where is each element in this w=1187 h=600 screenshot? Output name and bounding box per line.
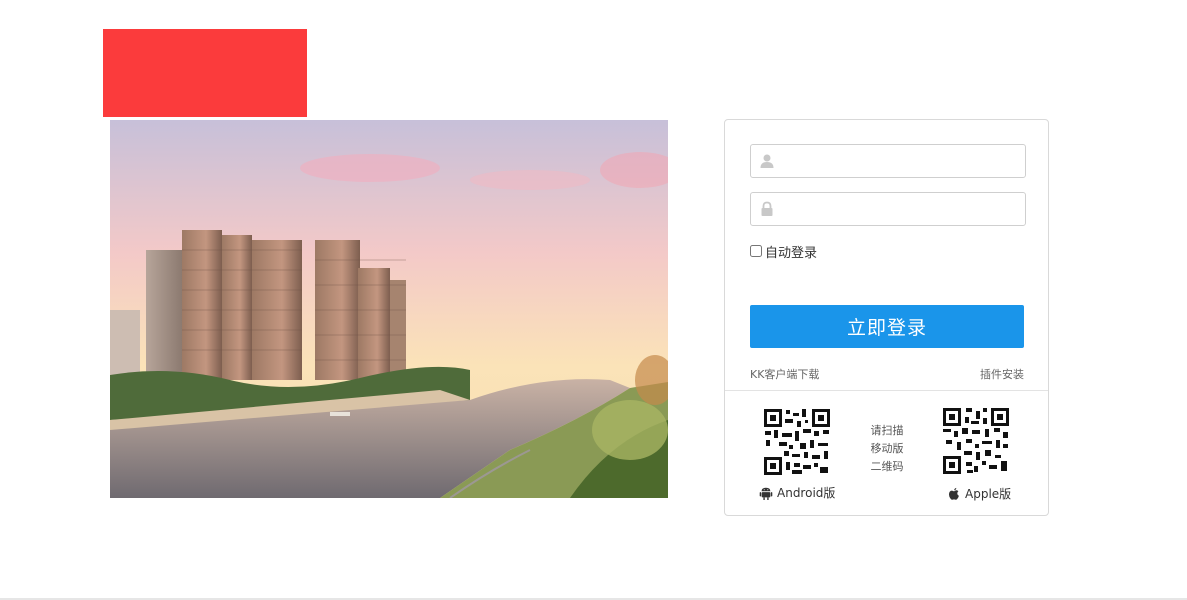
plugin-install-link[interactable]: 插件安装 [980,366,1024,382]
auto-login-checkbox[interactable] [750,245,762,257]
scan-line: 请扫描 [870,424,904,437]
android-label: Android版 [777,486,836,500]
scan-line: 移动版 [870,442,904,455]
apple-label: Apple版 [965,487,1012,501]
logo-block [103,29,307,117]
scan-instruction: 请扫描 移动版 二维码 [865,422,909,476]
hero-image [110,120,668,498]
login-panel: 自动登录 立即登录 KK客户端下载 插件安装 请扫描 移动版 二维码 Andro… [724,119,1049,516]
user-icon [760,154,774,168]
auto-login-option[interactable]: 自动登录 [750,242,818,261]
client-download-link[interactable]: KK客户端下载 [750,366,819,382]
login-button[interactable]: 立即登录 [750,305,1024,348]
password-field-wrapper [750,192,1026,227]
android-qr-code [762,407,832,477]
username-input[interactable] [781,145,1025,179]
auto-login-label: 自动登录 [765,245,818,261]
android-download[interactable]: Android版 [759,484,835,501]
android-icon [759,487,773,500]
apple-icon [948,487,959,500]
scan-line: 二维码 [870,460,904,473]
divider [725,390,1048,391]
apple-qr-code [941,406,1011,476]
lock-icon [761,201,773,216]
password-input[interactable] [781,193,1025,227]
username-field-wrapper [750,144,1026,179]
apple-download[interactable]: Apple版 [947,485,1011,502]
